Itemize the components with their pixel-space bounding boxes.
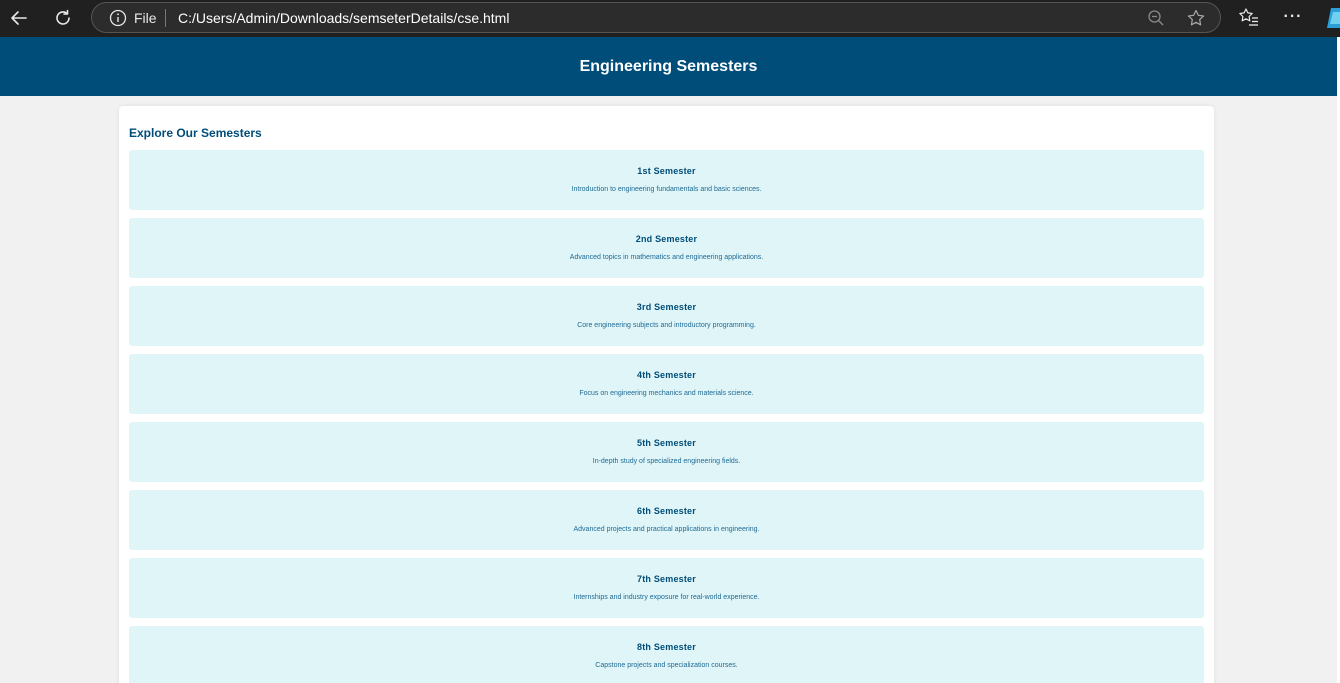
browser-toolbar: File C:/Users/Admin/Downloads/semseterDe… [0, 0, 1340, 37]
semester-title: 3rd Semester [636, 302, 697, 312]
favorites-button[interactable] [1237, 5, 1261, 29]
address-separator [165, 9, 166, 27]
semester-title: 2nd Semester [635, 234, 698, 244]
url-text[interactable]: C:/Users/Admin/Downloads/semseterDetails… [178, 10, 509, 26]
section-title: Explore Our Semesters [129, 126, 262, 140]
semester-card-4[interactable]: 4th Semester Focus on engineering mechan… [129, 354, 1204, 414]
info-icon[interactable] [109, 9, 127, 27]
more-options-button[interactable]: ··· [1281, 5, 1305, 29]
semester-description: Core engineering subjects and introducto… [577, 322, 756, 329]
semester-list: 1st Semester Introduction to engineering… [129, 150, 1204, 683]
address-bar[interactable]: File C:/Users/Admin/Downloads/semseterDe… [91, 2, 1221, 33]
semester-title: 4th Semester [637, 370, 696, 380]
semester-description: Advanced projects and practical applicat… [573, 526, 760, 533]
page-header: Engineering Semesters [0, 37, 1337, 96]
copilot-icon[interactable] [1327, 6, 1340, 30]
favorites-list-icon [1239, 8, 1258, 26]
semester-description: Capstone projects and specialization cou… [595, 662, 738, 669]
back-button[interactable] [4, 4, 34, 32]
semester-title: 5th Semester [637, 438, 696, 448]
semester-description: Internships and industry exposure for re… [573, 594, 760, 601]
page-title: Engineering Semesters [579, 57, 758, 75]
semester-card-5[interactable]: 5th Semester In-depth study of specializ… [129, 422, 1204, 482]
semester-title: 6th Semester [637, 506, 696, 516]
more-dots-icon: ··· [1283, 8, 1303, 25]
semester-card-8[interactable]: 8th Semester Capstone projects and speci… [129, 626, 1204, 683]
back-arrow-icon [11, 11, 27, 25]
semester-card-2[interactable]: 2nd Semester Advanced topics in mathemat… [129, 218, 1204, 278]
semester-card-7[interactable]: 7th Semester Internships and industry ex… [129, 558, 1204, 618]
semester-description: In-depth study of specialized engineerin… [592, 458, 741, 465]
favorite-star-icon[interactable] [1186, 8, 1206, 28]
semester-card-3[interactable]: 3rd Semester Core engineering subjects a… [129, 286, 1204, 346]
refresh-icon [56, 9, 70, 25]
refresh-button[interactable] [48, 4, 78, 32]
semester-description: Introduction to engineering fundamentals… [571, 186, 762, 193]
scheme-label: File [134, 10, 157, 26]
semester-description: Focus on engineering mechanics and mater… [579, 390, 754, 397]
semester-title: 7th Semester [637, 574, 696, 584]
zoom-icon[interactable] [1147, 9, 1165, 27]
semester-title: 1st Semester [637, 166, 696, 176]
semester-description: Advanced topics in mathematics and engin… [569, 254, 764, 261]
semester-title: 8th Semester [637, 642, 696, 652]
semesters-container: Explore Our Semesters 1st Semester Intro… [119, 106, 1214, 683]
semester-card-1[interactable]: 1st Semester Introduction to engineering… [129, 150, 1204, 210]
semester-card-6[interactable]: 6th Semester Advanced projects and pract… [129, 490, 1204, 550]
